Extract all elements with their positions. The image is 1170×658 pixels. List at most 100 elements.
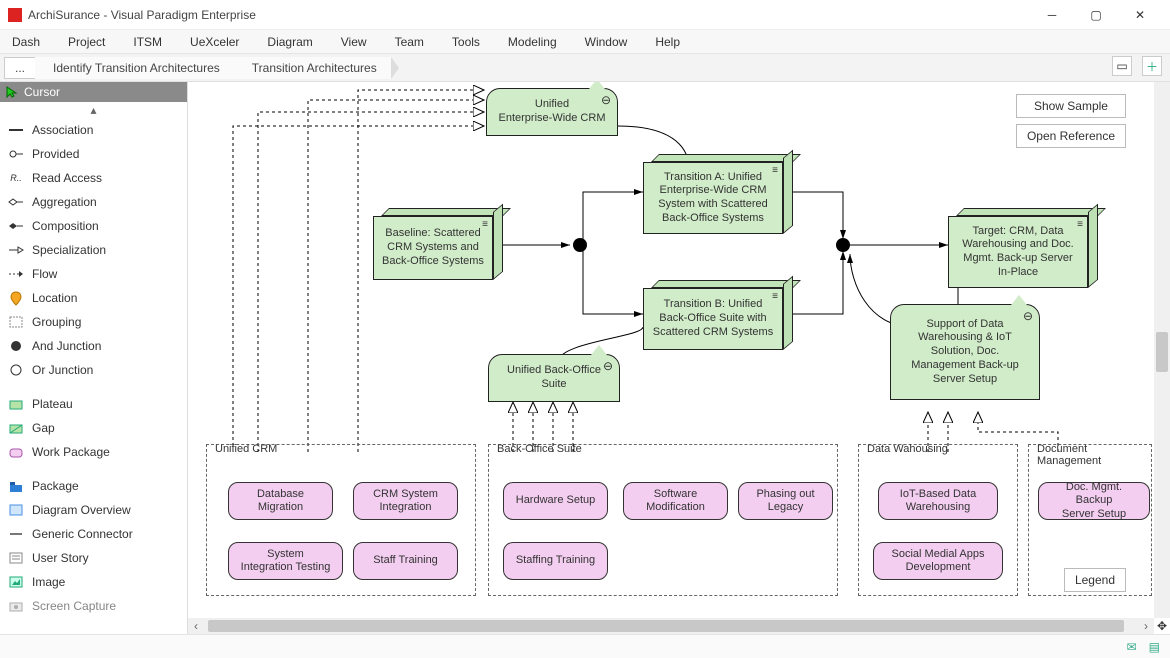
bars-icon: ≡ [1077, 219, 1083, 232]
menu-view[interactable]: View [341, 35, 367, 49]
palette-or-junction[interactable]: Or Junction [0, 358, 187, 382]
wp-label: Staff Training [373, 554, 438, 567]
palette-gap[interactable]: Gap [0, 416, 187, 440]
palette-work-package[interactable]: Work Package [0, 440, 187, 464]
maximize-button[interactable]: ▢ [1074, 0, 1118, 30]
bars-icon: ≡ [772, 291, 778, 304]
palette-item-label: Image [32, 575, 65, 589]
mail-icon[interactable]: ✉ [1127, 640, 1137, 654]
scrollbar-thumb[interactable] [1156, 332, 1168, 372]
wp-phasing-legacy[interactable]: Phasing out Legacy [738, 482, 833, 520]
palette-package[interactable]: Package [0, 474, 187, 498]
node-label: Transition A: Unified Enterprise-Wide CR… [658, 171, 767, 226]
palette-item-label: Specialization [32, 243, 106, 257]
palette-read-access[interactable]: R.. Read Access [0, 166, 187, 190]
close-button[interactable]: ✕ [1118, 0, 1162, 30]
node-transition-b[interactable]: ≡Transition B: Unified Back-Office Suite… [643, 280, 793, 350]
node-unified-bo[interactable]: ⊖ Unified Back-Office Suite [488, 354, 620, 402]
palette-cursor-label: Cursor [24, 85, 60, 99]
palette-location[interactable]: Location [0, 286, 187, 310]
open-reference-button[interactable]: Open Reference [1016, 124, 1126, 148]
palette-plateau[interactable]: Plateau [0, 392, 187, 416]
menu-tools[interactable]: Tools [452, 35, 480, 49]
notification-icon[interactable]: ▤ [1149, 640, 1160, 654]
move-icon[interactable]: ✥ [1154, 618, 1170, 634]
wp-label: Social Medial Apps Development [892, 548, 985, 574]
wp-label: Staffing Training [516, 554, 595, 567]
vertical-scrollbar[interactable] [1154, 82, 1170, 618]
scroll-right-icon[interactable]: › [1138, 618, 1154, 634]
wp-doc-backup[interactable]: Doc. Mgmt. Backup Server Setup [1038, 482, 1150, 520]
wp-sys-int-test[interactable]: System Integration Testing [228, 542, 343, 580]
toolbar-add-icon[interactable]: ＋ [1142, 56, 1162, 76]
wp-staff-training[interactable]: Staff Training [353, 542, 458, 580]
menu-diagram[interactable]: Diagram [267, 35, 312, 49]
node-unified-crm[interactable]: ⊖ Unified Enterprise-Wide CRM [486, 88, 618, 136]
node-baseline[interactable]: ≡Baseline: Scattered CRM Systems and Bac… [373, 208, 503, 280]
breadcrumb-item-1[interactable]: Identify Transition Architectures [35, 57, 234, 79]
group-label: Document Management [1035, 443, 1151, 467]
read-access-icon: R.. [8, 170, 24, 186]
palette-screen-capture[interactable]: Screen Capture [0, 594, 187, 618]
menu-uexceler[interactable]: UeXceler [190, 35, 239, 49]
scrollbar-thumb[interactable] [208, 620, 1124, 632]
menu-dash[interactable]: Dash [12, 35, 40, 49]
connector-icon [8, 526, 24, 542]
scroll-left-icon[interactable]: ‹ [188, 618, 204, 634]
wp-software-mod[interactable]: Software Modification [623, 482, 728, 520]
group-label: Back-Office Suite [495, 443, 584, 455]
toolbar-layout-icon[interactable]: ▭ [1112, 56, 1132, 76]
menu-window[interactable]: Window [585, 35, 628, 49]
palette-user-story[interactable]: User Story [0, 546, 187, 570]
palette-collapse-icon[interactable]: ▴ [0, 102, 187, 118]
camera-icon [8, 598, 24, 614]
and-junction-icon [8, 338, 24, 354]
palette-image[interactable]: Image [0, 570, 187, 594]
palette-generic-connector[interactable]: Generic Connector [0, 522, 187, 546]
node-transition-a[interactable]: ≡Transition A: Unified Enterprise-Wide C… [643, 154, 793, 234]
show-sample-button[interactable]: Show Sample [1016, 94, 1126, 118]
palette-diagram-overview[interactable]: Diagram Overview [0, 498, 187, 522]
user-story-icon [8, 550, 24, 566]
wp-social-apps[interactable]: Social Medial Apps Development [873, 542, 1003, 580]
palette-item-label: Diagram Overview [32, 503, 131, 517]
canvas-wrap: Show Sample Open Reference Legend [188, 82, 1170, 634]
group-label: Data Wahousing [865, 443, 950, 455]
package-icon [8, 478, 24, 494]
palette-and-junction[interactable]: And Junction [0, 334, 187, 358]
overview-icon [8, 502, 24, 518]
palette-aggregation[interactable]: Aggregation [0, 190, 187, 214]
and-junction-2[interactable] [836, 238, 850, 252]
menu-project[interactable]: Project [68, 35, 105, 49]
palette-provided[interactable]: Provided [0, 142, 187, 166]
and-junction-1[interactable] [573, 238, 587, 252]
node-target[interactable]: ≡Target: CRM, Data Warehousing and Doc. … [948, 208, 1098, 288]
menu-team[interactable]: Team [395, 35, 424, 49]
palette-cursor[interactable]: Cursor [0, 82, 187, 102]
palette-specialization[interactable]: Specialization [0, 238, 187, 262]
menu-itsm[interactable]: ITSM [133, 35, 162, 49]
minimize-button[interactable]: ─ [1030, 0, 1074, 30]
flow-icon [8, 266, 24, 282]
palette-grouping[interactable]: Grouping [0, 310, 187, 334]
breadcrumb-root[interactable]: ... [4, 57, 36, 79]
wp-hardware-setup[interactable]: Hardware Setup [503, 482, 608, 520]
menu-modeling[interactable]: Modeling [508, 35, 557, 49]
palette-item-label: Generic Connector [32, 527, 133, 541]
palette-item-label: Read Access [32, 171, 102, 185]
diagram-canvas[interactable]: Show Sample Open Reference Legend [188, 82, 1154, 618]
statusbar: ✉ ▤ [0, 634, 1170, 658]
palette-composition[interactable]: Composition [0, 214, 187, 238]
horizontal-scrollbar[interactable]: ‹ › [188, 618, 1154, 634]
wp-db-migration[interactable]: Database Migration [228, 482, 333, 520]
breadcrumb-item-2[interactable]: Transition Architectures [234, 57, 391, 79]
node-label: Support of Data Warehousing & IoT Soluti… [911, 318, 1019, 387]
wp-staffing-training[interactable]: Staffing Training [503, 542, 608, 580]
menu-help[interactable]: Help [655, 35, 680, 49]
palette-flow[interactable]: Flow [0, 262, 187, 286]
node-support-dw[interactable]: ⊖ Support of Data Warehousing & IoT Solu… [890, 304, 1040, 400]
specialization-icon [8, 242, 24, 258]
wp-iot-dw[interactable]: IoT-Based Data Warehousing [878, 482, 998, 520]
wp-crm-integration[interactable]: CRM System Integration [353, 482, 458, 520]
palette-association[interactable]: Association [0, 118, 187, 142]
